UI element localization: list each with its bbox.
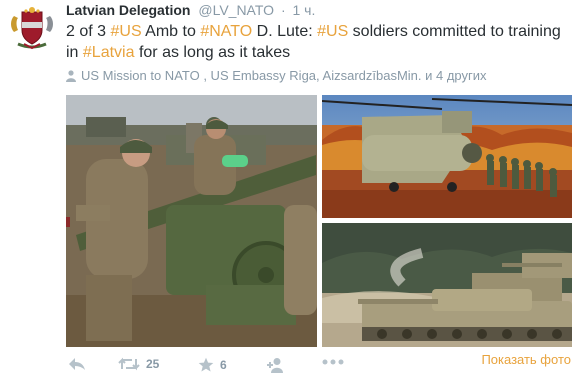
favorite-button[interactable]: 6 bbox=[198, 357, 227, 373]
retweet-count: 25 bbox=[146, 357, 160, 371]
separator: · bbox=[280, 2, 286, 18]
tanks-image bbox=[322, 223, 572, 347]
soldiers-artillery-image bbox=[66, 95, 317, 347]
reply-button[interactable] bbox=[68, 357, 86, 371]
text-segment: Amb to bbox=[141, 23, 201, 40]
latvian-coat-of-arms-icon bbox=[11, 7, 53, 50]
avatar[interactable] bbox=[8, 6, 56, 50]
retweet-icon bbox=[118, 357, 140, 371]
more-button[interactable] bbox=[322, 358, 344, 366]
photo-grid bbox=[66, 95, 572, 347]
favorite-count: 6 bbox=[220, 358, 227, 372]
more-dots-icon bbox=[322, 359, 344, 365]
hashtag-us[interactable]: #US bbox=[110, 23, 141, 40]
hashtag-nato[interactable]: #NATO bbox=[200, 23, 252, 40]
show-photos-link[interactable]: Показать фото bbox=[481, 352, 571, 367]
photo-tags[interactable]: US Mission to NATO , US Embassy Riga, Ai… bbox=[66, 68, 487, 85]
photo-tanks[interactable] bbox=[322, 223, 572, 347]
hashtag-latvia[interactable]: #Latvia bbox=[83, 44, 135, 61]
tweet-text: 2 of 3 #US Amb to #NATO D. Lute: #US sol… bbox=[66, 21, 571, 63]
text-segment: 2 of 3 bbox=[66, 23, 111, 40]
photo-soldiers-artillery[interactable] bbox=[66, 95, 317, 347]
text-segment: for as long as it takes bbox=[134, 44, 291, 61]
tweet-header: Latvian Delegation @LV_NATO · 1 ч. bbox=[66, 2, 315, 18]
photo-chinook-helicopter[interactable] bbox=[322, 95, 572, 218]
add-user-icon bbox=[267, 358, 283, 373]
timestamp[interactable]: 1 ч. bbox=[293, 2, 316, 18]
photo-tags-text: US Mission to NATO , US Embassy Riga, Ai… bbox=[81, 68, 487, 83]
author-name[interactable]: Latvian Delegation bbox=[66, 2, 190, 18]
text-segment: D. Lute: bbox=[252, 23, 318, 40]
follow-button[interactable] bbox=[266, 357, 286, 373]
tweet-actions: 25 6 bbox=[66, 357, 366, 377]
person-icon bbox=[66, 70, 76, 85]
hashtag-us[interactable]: #US bbox=[317, 23, 348, 40]
reply-icon bbox=[69, 358, 85, 370]
author-handle[interactable]: @LV_NATO bbox=[198, 2, 274, 18]
chinook-helicopter-image bbox=[322, 95, 572, 218]
retweet-button[interactable]: 25 bbox=[118, 357, 159, 371]
tweet: Latvian Delegation @LV_NATO · 1 ч. 2 of … bbox=[0, 0, 576, 385]
star-icon bbox=[198, 357, 214, 372]
